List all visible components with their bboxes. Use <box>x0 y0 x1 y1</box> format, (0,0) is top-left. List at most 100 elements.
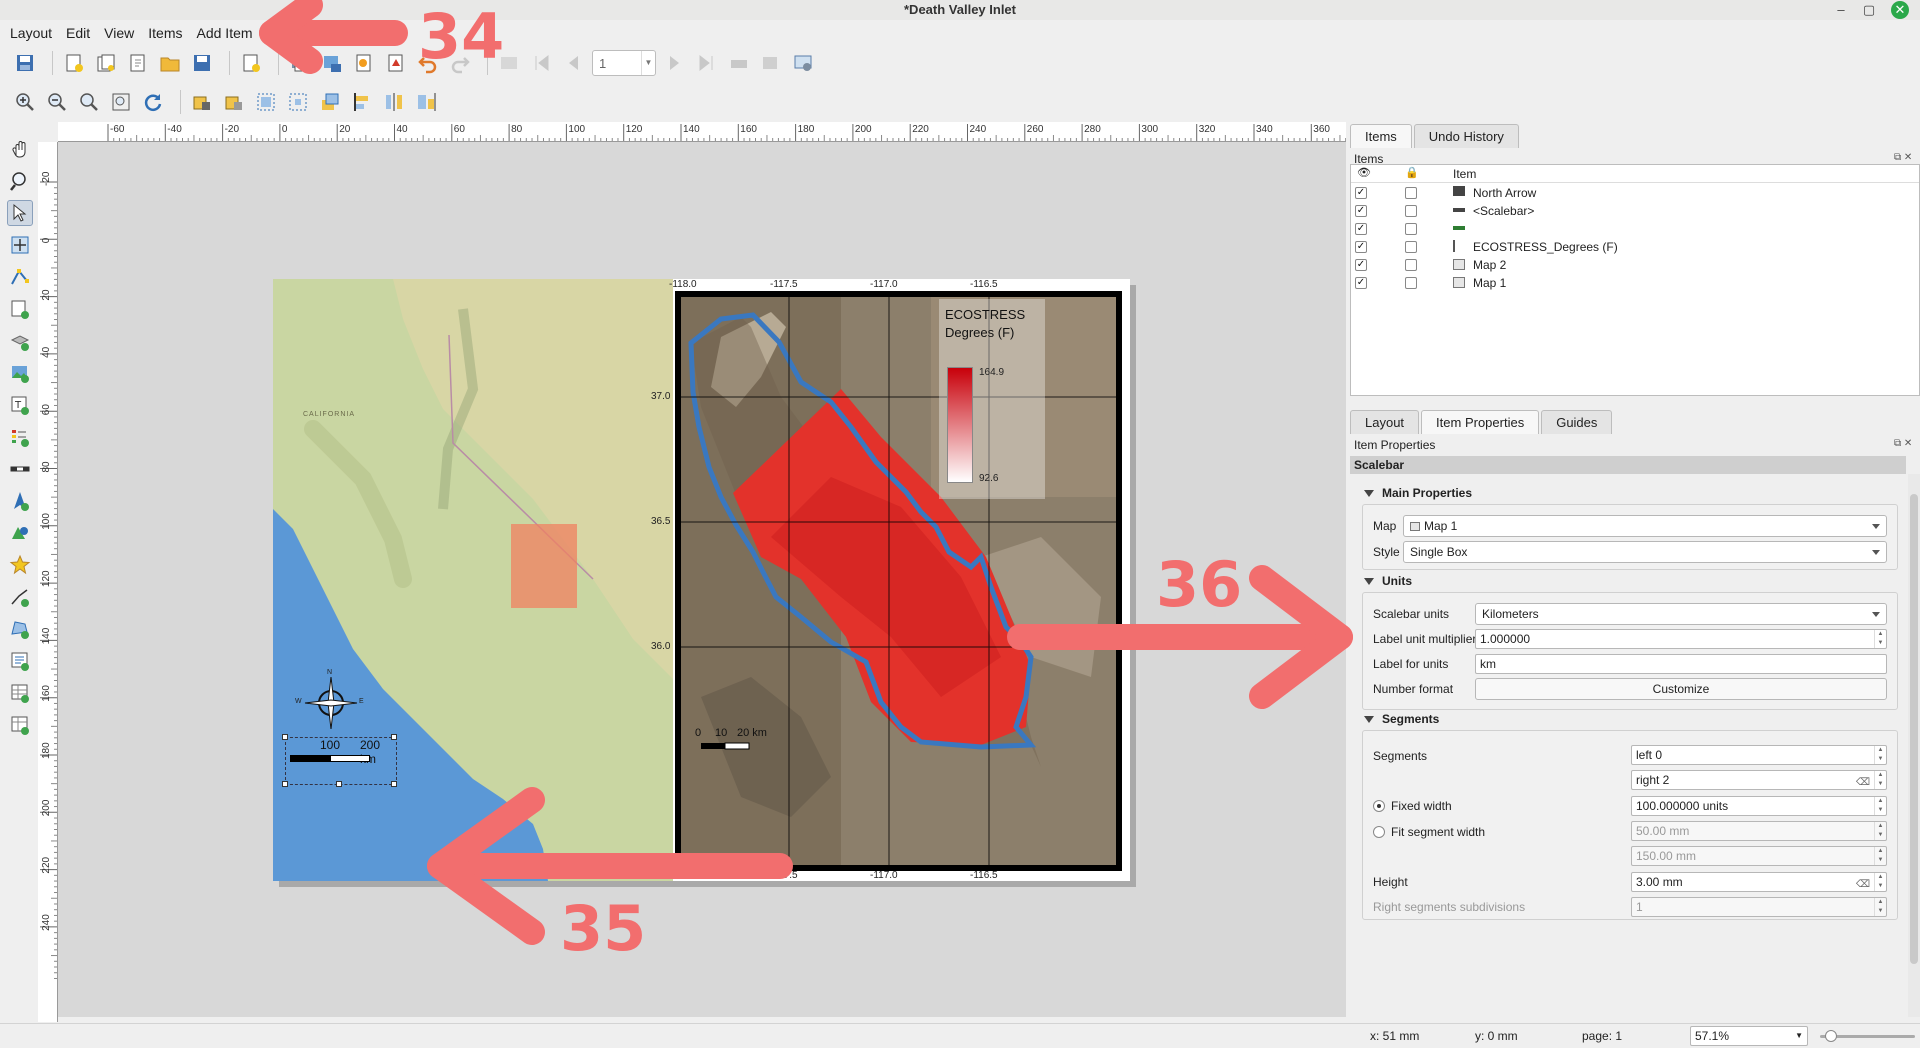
export-atlas-icon[interactable] <box>758 50 784 76</box>
segments-right-input[interactable]: right 2 ⌫ ▲ ▼ <box>1631 770 1887 790</box>
move-content-icon[interactable] <box>7 232 33 258</box>
spin-arrows-icon[interactable]: ▲ ▼ <box>1874 630 1886 648</box>
zoom-select[interactable]: 57.1% ▼ <box>1690 1026 1808 1046</box>
spin-arrows-icon[interactable]: ▲ ▼ <box>1874 898 1886 916</box>
next-feature-icon[interactable] <box>662 50 688 76</box>
fit-max-input[interactable]: 150.00 mm ▲ ▼ <box>1631 846 1887 866</box>
tab-guides[interactable]: Guides <box>1541 410 1613 434</box>
fixed-width-radio[interactable] <box>1373 800 1385 812</box>
units-title[interactable]: Units <box>1364 574 1412 588</box>
spin-arrows-icon[interactable]: ▲ ▼ <box>1874 873 1886 891</box>
zoom-actual-icon[interactable] <box>76 89 102 115</box>
first-feature-icon[interactable] <box>528 50 554 76</box>
spin-arrows-icon[interactable]: ▲ ▼ <box>1874 746 1886 764</box>
add-html-icon[interactable] <box>7 648 33 674</box>
zoom-slider[interactable] <box>1820 1030 1915 1042</box>
layout-canvas[interactable]: CALIFORNIA N W E 100 200 km <box>58 142 1346 1017</box>
edit-nodes-icon[interactable] <box>7 264 33 290</box>
save-template-icon[interactable] <box>189 50 215 76</box>
menu-view[interactable]: View <box>104 25 134 41</box>
add-marker-icon[interactable] <box>7 552 33 578</box>
clear-icon[interactable]: ⌫ <box>1856 774 1870 792</box>
minimize-button[interactable]: – <box>1832 1 1850 19</box>
style-select[interactable]: Single Box <box>1403 541 1887 563</box>
resize-handle[interactable] <box>391 781 397 787</box>
multiplier-input[interactable]: 1.000000 ▲ ▼ <box>1475 629 1887 649</box>
properties-scrollbar[interactable] <box>1908 474 1920 1017</box>
tab-item-properties[interactable]: Item Properties <box>1421 410 1540 434</box>
add-legend-icon[interactable] <box>7 424 33 450</box>
resize-handle[interactable] <box>282 734 288 740</box>
save-icon[interactable] <box>12 50 38 76</box>
subdivisions-input[interactable]: 1 ▲ ▼ <box>1631 897 1887 917</box>
previous-feature-icon[interactable] <box>560 50 586 76</box>
add-3d-map-icon[interactable] <box>7 328 33 354</box>
resize-items-icon[interactable] <box>413 89 439 115</box>
new-layout-icon[interactable] <box>61 50 87 76</box>
height-input[interactable]: 3.00 mm ⌫ ▲ ▼ <box>1631 872 1887 892</box>
add-north-arrow-icon[interactable] <box>7 488 33 514</box>
menu-layout[interactable]: Layout <box>10 25 52 41</box>
map-2-item[interactable]: CALIFORNIA N W E 100 200 km <box>273 279 673 881</box>
tree-row[interactable]: ✓ North Arrow <box>1351 184 1919 202</box>
tab-undo-history[interactable]: Undo History <box>1413 124 1519 148</box>
customize-button[interactable]: Customize <box>1475 678 1887 700</box>
print-icon[interactable] <box>287 50 313 76</box>
lock-items-icon[interactable] <box>189 89 215 115</box>
visible-checkbox[interactable]: ✓ <box>1355 241 1367 253</box>
resize-handle[interactable] <box>391 734 397 740</box>
layout-page[interactable]: CALIFORNIA N W E 100 200 km <box>273 279 1130 881</box>
visible-checkbox[interactable]: ✓ <box>1355 223 1367 235</box>
resize-handle[interactable] <box>336 781 342 787</box>
raise-items-icon[interactable] <box>317 89 343 115</box>
print-atlas-icon[interactable] <box>726 50 752 76</box>
clear-icon[interactable]: ⌫ <box>1856 876 1870 894</box>
fit-width-radio[interactable] <box>1373 826 1385 838</box>
fit-min-input[interactable]: 50.00 mm ▲ ▼ <box>1631 821 1887 841</box>
lock-checkbox[interactable] <box>1405 241 1417 253</box>
menu-add-item[interactable]: Add Item <box>197 25 253 41</box>
visible-checkbox[interactable]: ✓ <box>1355 205 1367 217</box>
spin-arrows-icon[interactable]: ▲ ▼ <box>1874 847 1886 865</box>
spin-arrows-icon[interactable]: ▲ ▼ <box>1874 797 1886 815</box>
tab-layout[interactable]: Layout <box>1350 410 1420 434</box>
unlock-items-icon[interactable] <box>221 89 247 115</box>
lock-checkbox[interactable] <box>1405 223 1417 235</box>
pan-hand-icon[interactable] <box>7 136 33 162</box>
select-move-item-icon[interactable] <box>7 200 33 226</box>
ungroup-items-icon[interactable] <box>285 89 311 115</box>
lock-checkbox[interactable] <box>1405 259 1417 271</box>
scalebar-selection[interactable]: 100 200 km <box>285 737 397 785</box>
zoom-in-icon[interactable] <box>12 89 38 115</box>
lock-checkbox[interactable] <box>1405 187 1417 199</box>
align-left-icon[interactable] <box>349 89 375 115</box>
close-button[interactable]: ✕ <box>1891 1 1909 19</box>
resize-handle[interactable] <box>282 781 288 787</box>
tab-items[interactable]: Items <box>1350 124 1412 148</box>
visible-checkbox[interactable]: ✓ <box>1355 187 1367 199</box>
map-1-item[interactable]: 0 10 20 km ECOSTRESS Degrees (F) 164.9 9… <box>675 291 1122 871</box>
dock-float-close-icons[interactable]: ⧉ ✕ <box>1894 152 1912 163</box>
export-svg-icon[interactable] <box>351 50 377 76</box>
tree-row[interactable]: ✓ Map 2 <box>1351 256 1919 274</box>
zoom-full-icon[interactable] <box>108 89 134 115</box>
add-polygon-icon[interactable] <box>7 616 33 642</box>
dock-float-close-icons[interactable]: ⧉ ✕ <box>1894 438 1912 449</box>
menu-edit[interactable]: Edit <box>66 25 90 41</box>
legend-item[interactable]: ECOSTRESS Degrees (F) 164.9 92.6 <box>939 299 1045 499</box>
layout-manager-icon[interactable] <box>125 50 151 76</box>
add-picture-icon[interactable] <box>7 360 33 386</box>
menu-items[interactable]: Items <box>148 25 182 41</box>
add-label-icon[interactable]: T <box>7 392 33 418</box>
main-properties-title[interactable]: Main Properties <box>1364 486 1472 500</box>
lock-checkbox[interactable] <box>1405 205 1417 217</box>
scalebar-units-select[interactable]: Kilometers <box>1475 603 1887 625</box>
visible-checkbox[interactable]: ✓ <box>1355 259 1367 271</box>
add-fixed-table-icon[interactable] <box>7 712 33 738</box>
new-page-icon[interactable] <box>238 50 264 76</box>
open-template-icon[interactable] <box>157 50 183 76</box>
add-shape-icon[interactable] <box>7 520 33 546</box>
zoom-tool-icon[interactable] <box>7 168 33 194</box>
tree-row[interactable]: ✓ ECOSTRESS_Degrees (F) <box>1351 238 1919 256</box>
group-items-icon[interactable] <box>253 89 279 115</box>
